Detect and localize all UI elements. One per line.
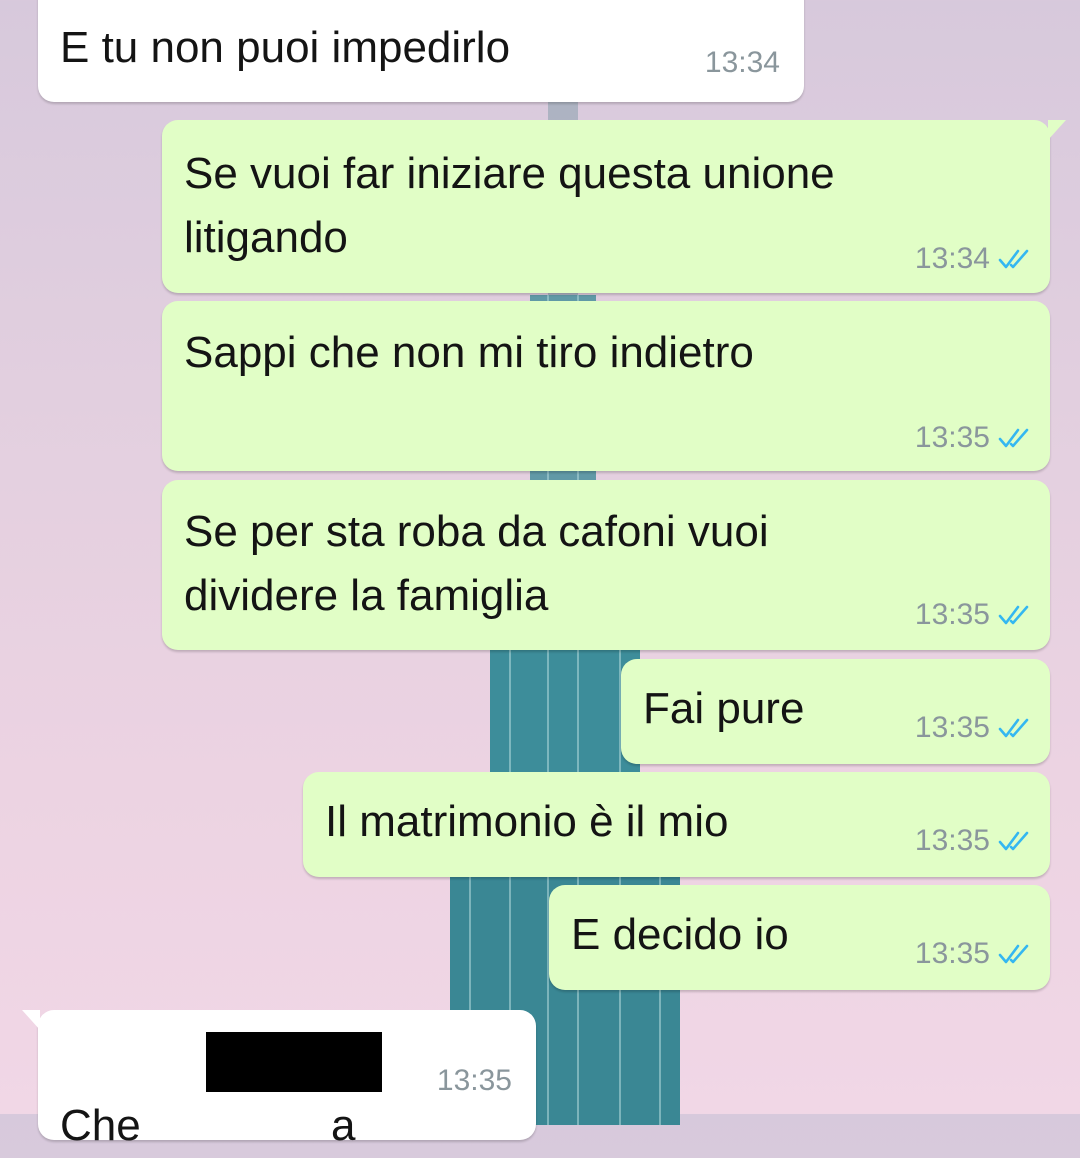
double-check-read-icon [998, 249, 1029, 269]
message-text: E tu non puoi impedirlo [60, 23, 511, 72]
message-text-end: a [330, 1101, 356, 1150]
message-time: 13:35 [914, 598, 990, 631]
bubble-tail [1048, 120, 1066, 140]
message-time: 13:35 [914, 711, 990, 744]
message-bubble-outgoing[interactable]: Se vuoi far iniziare questa unione litig… [162, 120, 1066, 293]
double-check-read-icon [998, 831, 1029, 851]
message-bubble-outgoing[interactable]: Fai pure 13:35 [621, 659, 1050, 764]
message-meta: 13:35 [915, 824, 1030, 858]
message-bubble-incoming[interactable]: E tu non puoi impedirlo 13:34 [38, 0, 804, 102]
message-text: E decido io [571, 910, 789, 959]
double-check-read-icon [998, 605, 1029, 625]
message-time: 13:34 [704, 46, 780, 79]
message-text-start: Che [60, 1101, 153, 1150]
message-meta: 13:35 [437, 1064, 512, 1098]
message-meta: 13:34 [705, 46, 780, 80]
bubble-tail [22, 1010, 40, 1030]
message-text: Se vuoi far iniziare questa unione litig… [184, 149, 835, 262]
message-bubble-outgoing[interactable]: Se per sta roba da cafoni vuoi dividere … [162, 480, 1050, 650]
message-time: 13:35 [914, 937, 990, 970]
double-check-read-icon [998, 428, 1029, 448]
message-text: Sappi che non mi tiro indietro [184, 328, 754, 377]
redaction-bar [206, 1032, 382, 1092]
message-bubble-outgoing[interactable]: Il matrimonio è il mio 13:35 [303, 772, 1050, 877]
message-text: Fai pure [643, 684, 805, 733]
message-time: 13:35 [914, 824, 990, 857]
double-check-read-icon [998, 944, 1029, 964]
message-meta: 13:35 [915, 421, 1030, 455]
message-time: 13:35 [436, 1064, 512, 1097]
message-time: 13:35 [914, 421, 990, 454]
message-meta: 13:35 [915, 937, 1030, 971]
double-check-read-icon [998, 718, 1029, 738]
message-text: Se per sta roba da cafoni vuoi dividere … [184, 507, 769, 620]
message-bubble-outgoing[interactable]: Sappi che non mi tiro indietro 13:35 [162, 301, 1050, 471]
message-meta: 13:35 [915, 598, 1030, 632]
message-bubble-outgoing[interactable]: E decido io 13:35 [549, 885, 1050, 990]
message-text: Il matrimonio è il mio [325, 797, 729, 846]
message-meta: 13:35 [915, 711, 1030, 745]
message-time: 13:34 [914, 242, 990, 275]
message-meta: 13:34 [915, 242, 1030, 276]
message-bubble-incoming[interactable]: Che a 13:35 [22, 1010, 536, 1150]
